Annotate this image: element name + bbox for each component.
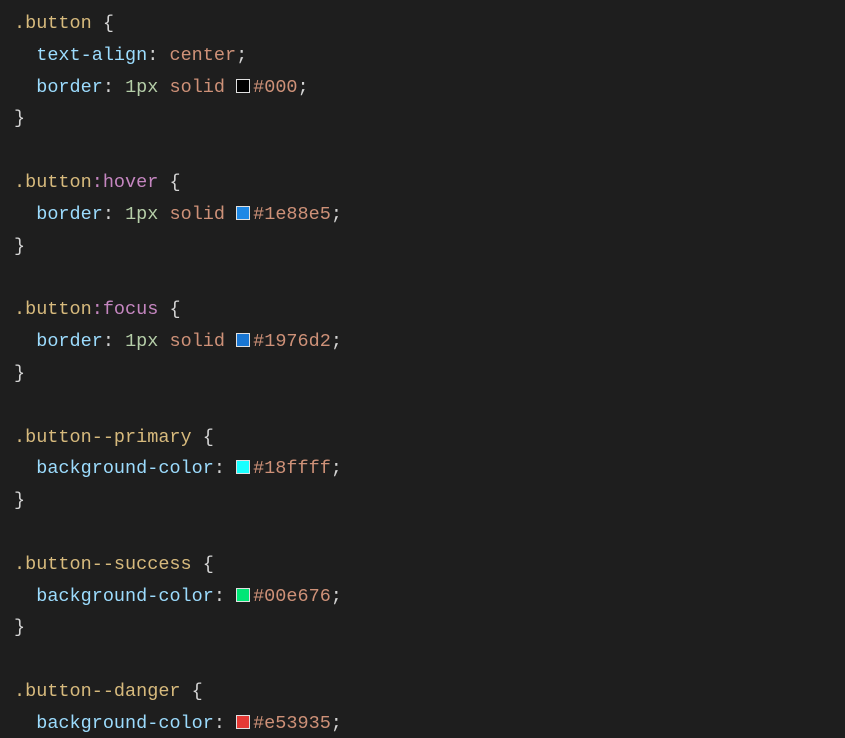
semicolon: ;: [331, 331, 342, 352]
blank-line: [14, 135, 831, 167]
selector-line: .button:hover {: [14, 167, 831, 199]
brace-open: {: [181, 681, 203, 702]
declaration-line: background-color: #18ffff;: [14, 453, 831, 485]
selector-line: .button:focus {: [14, 294, 831, 326]
color-swatch-icon: [236, 715, 250, 729]
selector: .button--danger: [14, 681, 181, 702]
semicolon: ;: [236, 45, 247, 66]
brace-close-line: }: [14, 358, 831, 390]
brace-close-line: }: [14, 485, 831, 517]
brace-close: }: [14, 617, 25, 638]
colon: :: [214, 586, 236, 607]
color-swatch-icon: [236, 460, 250, 474]
color-value: #1976d2: [253, 331, 331, 352]
brace-close: }: [14, 363, 25, 384]
colon: :: [103, 204, 125, 225]
property-name: background-color: [36, 458, 214, 479]
selector: .button--success: [14, 554, 192, 575]
colon: :: [103, 331, 125, 352]
colon: :: [214, 713, 236, 734]
border-width: 1px: [125, 204, 158, 225]
declaration-line: border: 1px solid #1e88e5;: [14, 199, 831, 231]
brace-open: {: [92, 13, 114, 34]
colon: :: [214, 458, 236, 479]
selector: .button: [14, 13, 92, 34]
property-name: border: [36, 77, 103, 98]
blank-line: [14, 517, 831, 549]
brace-close: }: [14, 236, 25, 257]
color-value: #000: [253, 77, 297, 98]
semicolon: ;: [331, 713, 342, 734]
border-style: solid: [169, 204, 225, 225]
declaration-line: text-align: center;: [14, 40, 831, 72]
property-name: text-align: [36, 45, 147, 66]
colon: :: [147, 45, 169, 66]
property-value: center: [169, 45, 236, 66]
property-name: background-color: [36, 713, 214, 734]
border-width: 1px: [125, 331, 158, 352]
brace-close-line: }: [14, 231, 831, 263]
property-name: border: [36, 204, 103, 225]
selector: .button: [14, 299, 92, 320]
selector-line: .button {: [14, 8, 831, 40]
brace-close: }: [14, 108, 25, 129]
property-name: border: [36, 331, 103, 352]
pseudo-class: :hover: [92, 172, 159, 193]
colon: :: [103, 77, 125, 98]
selector-line: .button--danger {: [14, 676, 831, 708]
semicolon: ;: [298, 77, 309, 98]
brace-open: {: [158, 299, 180, 320]
brace-close: }: [14, 490, 25, 511]
color-swatch-icon: [236, 588, 250, 602]
selector: .button--primary: [14, 427, 192, 448]
brace-close-line: }: [14, 612, 831, 644]
brace-open: {: [158, 172, 180, 193]
border-style: solid: [169, 331, 225, 352]
selector-line: .button--primary {: [14, 422, 831, 454]
border-style: solid: [169, 77, 225, 98]
declaration-line: border: 1px solid #1976d2;: [14, 326, 831, 358]
color-value: #1e88e5: [253, 204, 331, 225]
color-value: #18ffff: [253, 458, 331, 479]
pseudo-class: :focus: [92, 299, 159, 320]
property-name: background-color: [36, 586, 214, 607]
brace-close-line: }: [14, 103, 831, 135]
brace-open: {: [192, 427, 214, 448]
declaration-line: background-color: #e53935;: [14, 708, 831, 738]
selector-line: .button--success {: [14, 549, 831, 581]
semicolon: ;: [331, 586, 342, 607]
semicolon: ;: [331, 204, 342, 225]
css-code-block[interactable]: .button { text-align: center; border: 1p…: [0, 0, 845, 738]
blank-line: [14, 644, 831, 676]
border-width: 1px: [125, 77, 158, 98]
color-swatch-icon: [236, 79, 250, 93]
color-swatch-icon: [236, 206, 250, 220]
selector: .button: [14, 172, 92, 193]
brace-open: {: [192, 554, 214, 575]
semicolon: ;: [331, 458, 342, 479]
color-swatch-icon: [236, 333, 250, 347]
color-value: #00e676: [253, 586, 331, 607]
blank-line: [14, 263, 831, 295]
color-value: #e53935: [253, 713, 331, 734]
blank-line: [14, 390, 831, 422]
declaration-line: border: 1px solid #000;: [14, 72, 831, 104]
declaration-line: background-color: #00e676;: [14, 581, 831, 613]
